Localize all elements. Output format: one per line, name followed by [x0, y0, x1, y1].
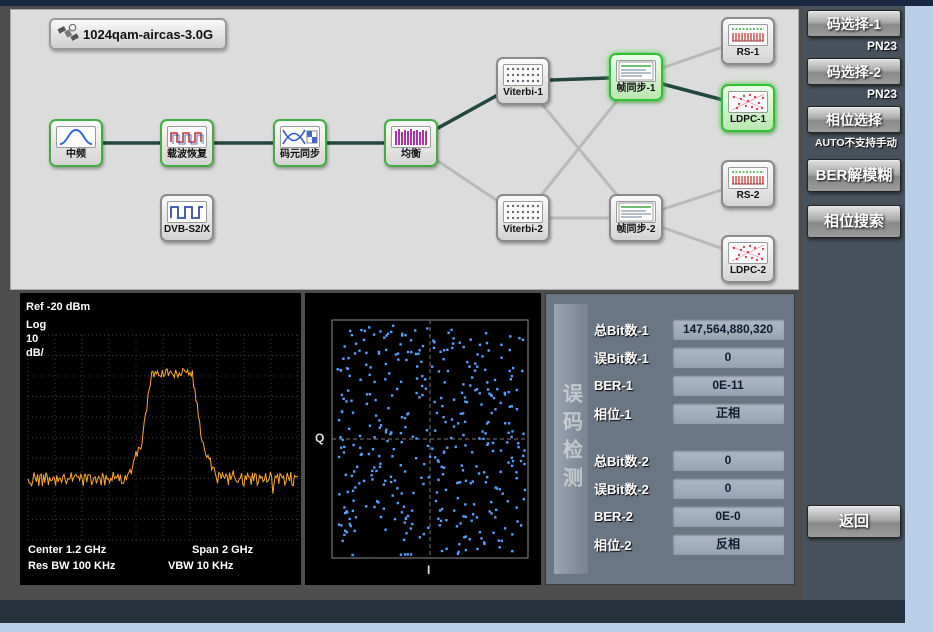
node-label: DVB-S2/X: [164, 225, 210, 235]
phase-search-button[interactable]: 相位搜索: [807, 205, 901, 238]
node-ldpc-2[interactable]: LDPC-2: [721, 235, 775, 283]
ber-row: BER-1 0E-11: [594, 375, 784, 396]
ber-detection-panel: 误码检测 总Bit数-1 147,564,880,320 误Bit数-1 0 BER…: [545, 293, 795, 585]
trellis-icon: [503, 201, 543, 223]
main-window: 1024qam-aircas-3.0G 中频 载波恢复 码元同步 均衡 DVB-…: [0, 6, 905, 623]
ber-row: 总Bit数-1 147,564,880,320: [594, 319, 784, 340]
sidebar: 码选择-1 PN23 码选择-2 PN23 相位选择 AUTO不支持手动 BER…: [803, 6, 905, 600]
ber-1-value: 0E-11: [672, 375, 784, 396]
ber-rows: 总Bit数-1 147,564,880,320 误Bit数-1 0 BER-1 0E-…: [594, 319, 784, 562]
node-label: 帧同步-2: [617, 225, 656, 235]
ber-row: 相位-2 反相: [594, 534, 784, 555]
spectrum-vbw: VBW 10 KHz: [168, 560, 233, 572]
spectrum-ref-level: Ref -20 dBm: [26, 301, 90, 313]
ber-row-label: 误Bit数-2: [594, 479, 649, 498]
ber-row-label: 总Bit数-1: [594, 320, 649, 339]
node-symbol-sync[interactable]: 码元同步: [273, 119, 327, 167]
node-label: 码元同步: [280, 150, 320, 160]
node-rs-1[interactable]: RS-1: [721, 17, 775, 65]
squarewave-icon: [167, 201, 207, 223]
ber-deambiguity-button[interactable]: BER解模糊: [807, 159, 901, 192]
window-bottom-bar: [0, 600, 905, 623]
node-if[interactable]: 中频: [49, 119, 103, 167]
equalizer-bars-icon: [391, 126, 431, 148]
node-equalizer[interactable]: 均衡: [384, 119, 438, 167]
q-axis-label: Q: [315, 431, 324, 445]
i-axis-label: I: [427, 563, 430, 577]
node-label: Viterbi-2: [503, 225, 543, 235]
squarewave-icon: [167, 126, 207, 148]
app-window: 1024qam-aircas-3.0G 中频 载波恢复 码元同步 均衡 DVB-…: [0, 0, 933, 632]
node-label: RS-2: [737, 191, 760, 201]
ber-title-strip: 误码检测: [554, 304, 588, 574]
ber-row: 总Bit数-2 0: [594, 450, 784, 471]
total-bits-2-value: 0: [672, 450, 784, 471]
spectrum-log-label: Log: [26, 319, 46, 331]
ber-row: 误Bit数-1 0: [594, 347, 784, 368]
if-curve-icon: [56, 126, 96, 148]
node-label: RS-1: [737, 48, 760, 58]
frame-lines-icon: [616, 201, 656, 223]
node-label: 均衡: [401, 150, 421, 160]
node-frame-sync-1[interactable]: 帧同步-1: [609, 53, 663, 101]
spectrum-log-value: 10: [26, 333, 38, 345]
spectrum-center-freq: Center 1.2 GHz: [28, 544, 106, 556]
node-label: Viterbi-1: [503, 88, 543, 98]
code-select-1-value: PN23: [867, 39, 897, 53]
node-dvb-s2x[interactable]: DVB-S2/X: [160, 194, 214, 242]
ber-row-label: 误Bit数-1: [594, 348, 649, 367]
phase-select-value: AUTO不支持手动: [815, 135, 897, 150]
constellation-display: Q I: [305, 293, 541, 585]
node-label: LDPC-2: [730, 266, 766, 276]
ber-row-label: 相位-2: [594, 535, 632, 554]
ber-panel-title: 误码检测: [557, 383, 586, 495]
satellite-icon: [57, 23, 79, 45]
total-bits-1-value: 147,564,880,320: [672, 319, 784, 340]
trellis-icon: [503, 64, 543, 86]
node-viterbi-2[interactable]: Viterbi-2: [496, 194, 550, 242]
code-select-1-button[interactable]: 码选择-1: [807, 10, 901, 37]
code-select-2-button[interactable]: 码选择-2: [807, 58, 901, 85]
node-viterbi-1[interactable]: Viterbi-1: [496, 57, 550, 105]
ber-2-value: 0E-0: [672, 506, 784, 527]
ber-row-label: BER-1: [594, 378, 633, 393]
node-carrier-recovery[interactable]: 载波恢复: [160, 119, 214, 167]
config-title-badge[interactable]: 1024qam-aircas-3.0G: [49, 18, 227, 50]
node-ldpc-1[interactable]: LDPC-1: [721, 84, 775, 132]
node-label: 载波恢复: [167, 150, 207, 160]
frame-lines-icon: [616, 60, 656, 82]
error-bits-2-value: 0: [672, 478, 784, 499]
ber-row: BER-2 0E-0: [594, 506, 784, 527]
phase-select-button[interactable]: 相位选择: [807, 106, 901, 133]
phase-1-value: 正相: [672, 403, 784, 424]
eye-diagram-icon: [280, 126, 320, 148]
scatter-icon: [728, 242, 768, 264]
ber-row-label: 相位-1: [594, 404, 632, 423]
spectrum-plot: [20, 293, 301, 585]
ber-row-label: BER-2: [594, 509, 633, 524]
constellation-plot: [305, 293, 541, 585]
spectrum-log-unit: dB/: [26, 347, 44, 359]
ber-row-label: 总Bit数-2: [594, 451, 649, 470]
phase-2-value: 反相: [672, 534, 784, 555]
comb-icon: [728, 24, 768, 46]
node-frame-sync-2[interactable]: 帧同步-2: [609, 194, 663, 242]
node-label: 帧同步-1: [617, 84, 656, 94]
config-title: 1024qam-aircas-3.0G: [83, 27, 213, 42]
error-bits-1-value: 0: [672, 347, 784, 368]
ber-row: 相位-1 正相: [594, 403, 784, 424]
comb-icon: [728, 167, 768, 189]
return-button[interactable]: 返回: [807, 505, 901, 538]
code-select-2-value: PN23: [867, 87, 897, 101]
spectrum-span: Span 2 GHz: [192, 544, 253, 556]
spectrum-display: Ref -20 dBm Log 10 dB/ Center 1.2 GHz Sp…: [20, 293, 301, 585]
signal-chain-panel: 1024qam-aircas-3.0G 中频 载波恢复 码元同步 均衡 DVB-…: [10, 9, 799, 290]
scatter-icon: [728, 91, 768, 113]
node-rs-2[interactable]: RS-2: [721, 160, 775, 208]
spectrum-rbw: Res BW 100 KHz: [28, 560, 115, 572]
node-label: LDPC-1: [730, 115, 766, 125]
ber-row: 误Bit数-2 0: [594, 478, 784, 499]
node-label: 中频: [66, 150, 86, 160]
